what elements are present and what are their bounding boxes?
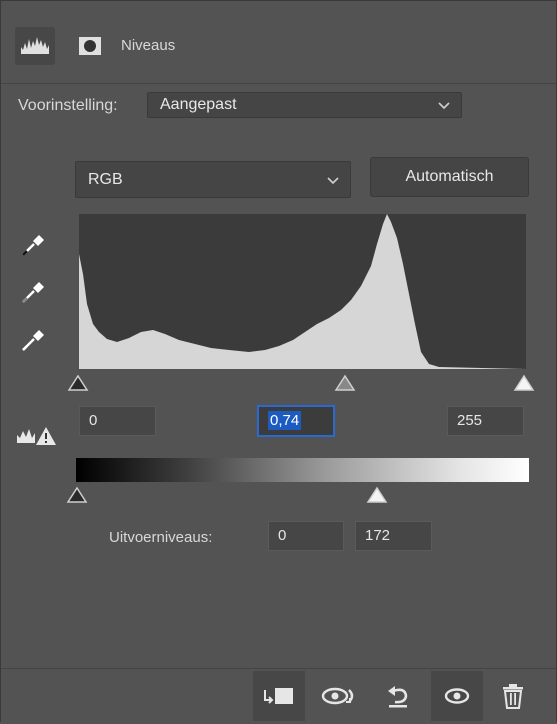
reset-button[interactable] bbox=[372, 671, 424, 721]
white-eyedropper-icon[interactable] bbox=[19, 324, 49, 354]
input-black-slider[interactable] bbox=[67, 374, 89, 392]
black-eyedropper-icon[interactable] bbox=[19, 229, 49, 259]
visibility-button[interactable] bbox=[431, 671, 483, 721]
output-levels-label: Uitvoerniveaus: bbox=[109, 529, 213, 546]
input-white-slider[interactable] bbox=[513, 374, 535, 392]
view-previous-button[interactable] bbox=[313, 671, 365, 721]
chevron-down-icon bbox=[327, 176, 339, 184]
output-white-slider[interactable] bbox=[366, 486, 388, 504]
histogram bbox=[79, 214, 526, 369]
chevron-down-icon bbox=[438, 102, 450, 110]
input-gamma-value: 0,74 bbox=[268, 411, 302, 430]
output-gradient-bar bbox=[76, 458, 529, 482]
output-black-field[interactable]: 0 bbox=[268, 521, 344, 551]
panel-title: Niveaus bbox=[121, 37, 176, 54]
layer-mask-icon bbox=[79, 37, 101, 55]
levels-tab-button[interactable] bbox=[15, 27, 55, 65]
preset-dropdown[interactable]: Aangepast bbox=[147, 92, 462, 118]
histogram-plot bbox=[79, 214, 526, 369]
levels-histogram-icon bbox=[21, 37, 49, 54]
panel-header: Niveaus bbox=[1, 1, 556, 84]
input-gamma-slider[interactable] bbox=[334, 374, 356, 392]
auto-button[interactable]: Automatisch bbox=[370, 157, 529, 197]
input-white-field[interactable]: 255 bbox=[447, 406, 524, 436]
channel-dropdown[interactable]: RGB bbox=[75, 161, 351, 198]
preset-label: Voorinstelling: bbox=[18, 97, 118, 114]
clip-to-layer-icon bbox=[264, 688, 293, 704]
clipping-warning-icon[interactable] bbox=[15, 425, 57, 447]
gray-eyedropper-icon[interactable] bbox=[19, 276, 49, 306]
trash-icon bbox=[503, 684, 523, 709]
reset-icon bbox=[388, 686, 408, 708]
delete-button[interactable] bbox=[487, 671, 539, 721]
preset-value: Aangepast bbox=[160, 96, 237, 113]
clip-to-layer-button[interactable] bbox=[253, 671, 305, 721]
channel-value: RGB bbox=[88, 170, 123, 188]
output-black-slider[interactable] bbox=[66, 486, 88, 504]
visibility-eye-icon bbox=[444, 688, 470, 704]
input-black-field[interactable]: 0 bbox=[79, 406, 156, 436]
properties-panel: Niveaus Voorinstelling: Aangepast RGB Au… bbox=[0, 0, 557, 724]
mask-tab-button[interactable] bbox=[69, 27, 109, 65]
output-white-field[interactable]: 172 bbox=[355, 521, 432, 551]
input-gamma-field[interactable]: 0,74 bbox=[257, 405, 335, 437]
view-previous-icon bbox=[321, 687, 354, 705]
